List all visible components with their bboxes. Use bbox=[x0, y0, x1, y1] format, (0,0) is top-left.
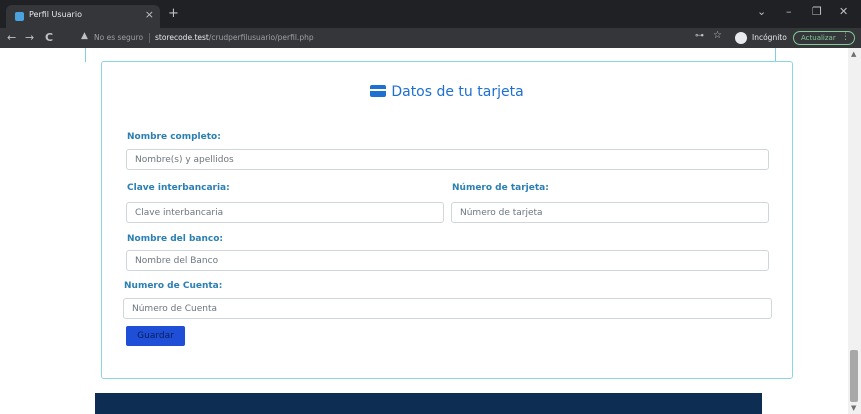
card-title: Datos de tu tarjeta bbox=[391, 84, 524, 100]
new-tab-icon[interactable]: + bbox=[168, 7, 179, 21]
browser-tab-strip: Perfil Usuario × + ⌄ – ❐ ✕ bbox=[0, 0, 861, 28]
account-number-label: Numero de Cuenta: bbox=[124, 281, 223, 291]
bank-name-input[interactable] bbox=[126, 250, 769, 271]
container-border-right bbox=[775, 48, 776, 62]
clabe-label: Clave interbancaria: bbox=[127, 183, 230, 193]
security-status[interactable]: No es seguro bbox=[94, 33, 143, 42]
tab-close-icon[interactable]: × bbox=[145, 8, 154, 22]
update-label: Actualizar bbox=[801, 34, 836, 42]
incognito-icon[interactable] bbox=[735, 32, 747, 44]
tab-title: Perfil Usuario bbox=[29, 10, 82, 19]
browser-toolbar: ← → C ▲ No es seguro storecode.test/crud… bbox=[0, 28, 861, 48]
star-icon[interactable]: ☆ bbox=[713, 30, 722, 41]
tab-search-icon[interactable]: ⌄ bbox=[757, 5, 766, 19]
full-name-input[interactable] bbox=[126, 149, 769, 170]
browser-tab[interactable]: Perfil Usuario × bbox=[6, 5, 160, 28]
address-bar[interactable]: ▲ No es seguro storecode.test/crudperfil… bbox=[76, 30, 726, 46]
page-scrollbar[interactable]: ▲ ▼ bbox=[848, 48, 861, 414]
card-number-input[interactable] bbox=[451, 202, 769, 223]
minimize-icon[interactable]: – bbox=[786, 5, 792, 19]
account-number-input[interactable] bbox=[123, 298, 772, 319]
close-window-icon[interactable]: ✕ bbox=[839, 5, 848, 19]
container-border-left bbox=[85, 48, 86, 62]
url-path: /crudperfilusuario/perfil.php bbox=[208, 33, 314, 42]
save-button[interactable]: Guardar bbox=[126, 326, 185, 346]
scroll-up-icon[interactable]: ▲ bbox=[851, 50, 856, 58]
back-icon[interactable]: ← bbox=[7, 31, 16, 45]
menu-icon: ⋮ bbox=[841, 32, 850, 42]
clabe-input[interactable] bbox=[126, 202, 444, 223]
bank-name-label: Nombre del banco: bbox=[127, 234, 224, 244]
footer bbox=[95, 393, 762, 414]
reload-icon[interactable]: C bbox=[45, 31, 53, 45]
update-button[interactable]: Actualizar ⋮ bbox=[793, 31, 855, 45]
forward-icon[interactable]: → bbox=[25, 31, 34, 45]
url-text[interactable]: storecode.test/crudperfilusuario/perfil.… bbox=[155, 33, 314, 42]
scroll-down-icon[interactable]: ▼ bbox=[851, 404, 856, 412]
credit-card-icon bbox=[370, 85, 387, 97]
maximize-icon[interactable]: ❐ bbox=[812, 5, 822, 19]
scroll-thumb[interactable] bbox=[850, 350, 858, 402]
card-number-label: Número de tarjeta: bbox=[452, 183, 549, 193]
card-heading: Datos de tu tarjeta bbox=[102, 84, 792, 100]
full-name-label: Nombre completo: bbox=[127, 132, 221, 142]
user-favicon-icon bbox=[15, 12, 24, 21]
page-viewport: Datos de tu tarjeta Nombre completo: Cla… bbox=[0, 48, 848, 414]
url-host: storecode.test bbox=[155, 33, 209, 42]
warning-icon[interactable]: ▲ bbox=[81, 31, 88, 41]
key-icon[interactable]: ⊶ bbox=[695, 31, 704, 41]
incognito-label[interactable]: Incógnito bbox=[752, 33, 787, 42]
divider bbox=[149, 33, 150, 43]
